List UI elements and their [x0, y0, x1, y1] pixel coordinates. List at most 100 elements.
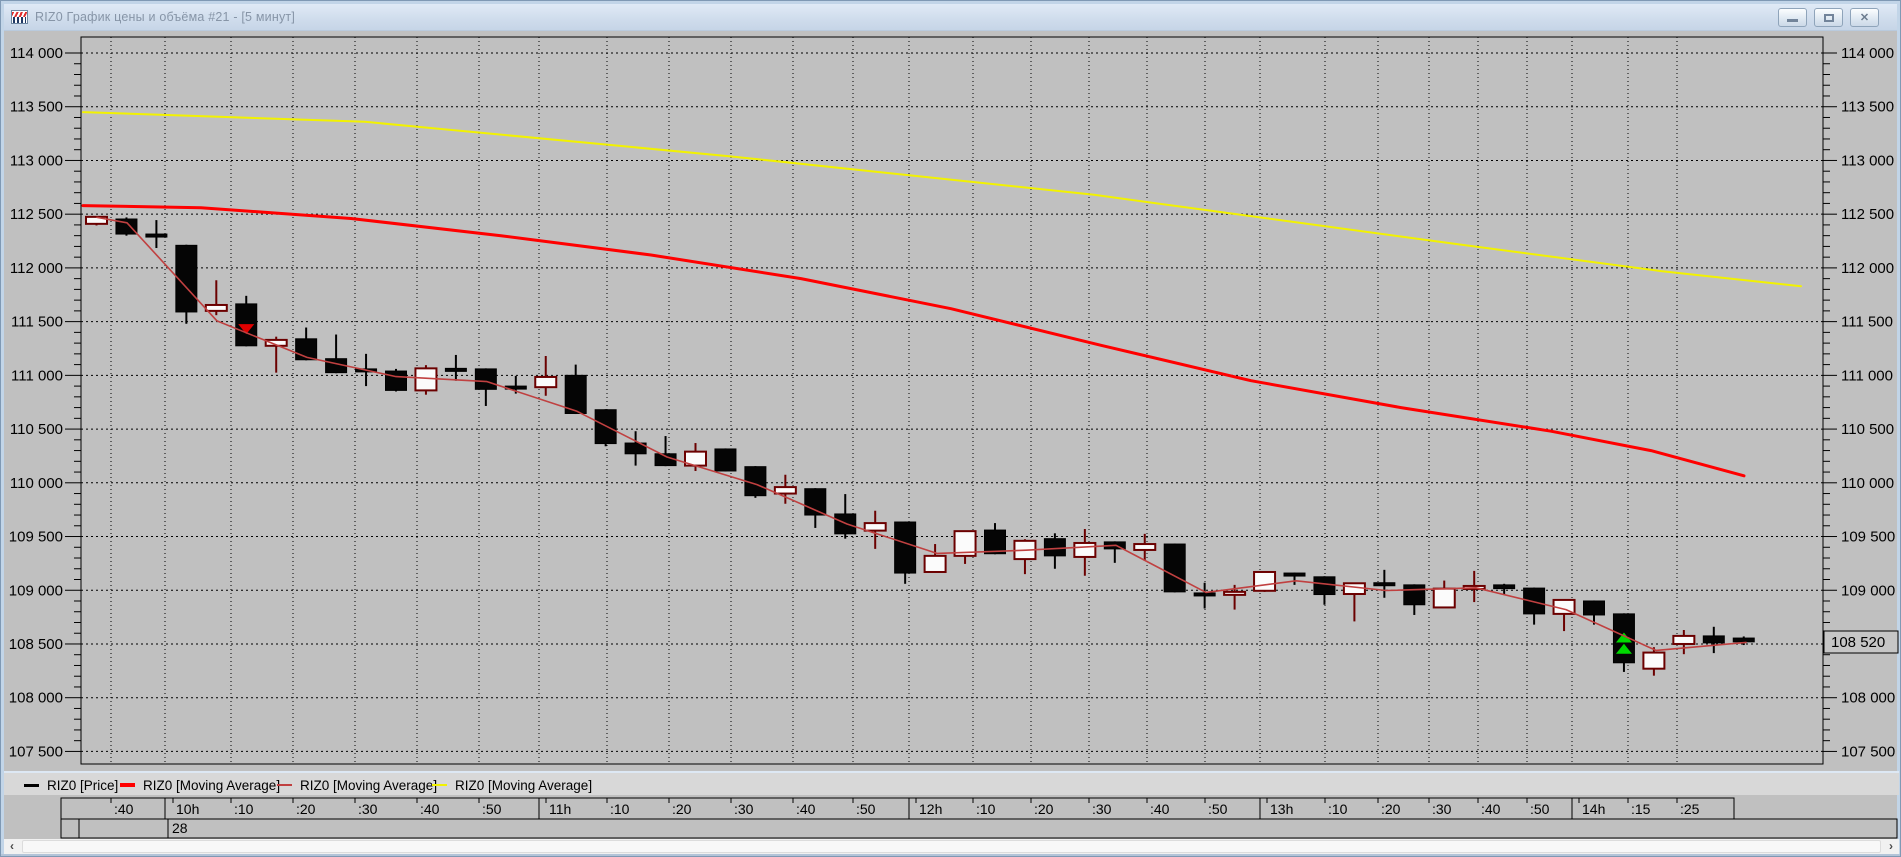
time-label: 10h — [176, 801, 199, 817]
time-label: :40 — [114, 801, 134, 817]
ma-yellow-swatch-icon — [432, 784, 447, 786]
candle-12:00 — [894, 521, 917, 574]
legend-item-price[interactable]: RIZ0 [Price] — [24, 776, 118, 794]
candle-12:45 — [1163, 543, 1186, 593]
candle-12:30 — [1073, 541, 1097, 558]
candle-12:25 — [1043, 538, 1066, 557]
y-axis-label-left: 112 500 — [10, 206, 63, 223]
y-axis-label-right: 107 500 — [1841, 743, 1895, 760]
y-axis-label-right: 111 000 — [1841, 367, 1893, 384]
candle-12:55 — [1223, 590, 1247, 596]
y-axis-label-left: 111 000 — [11, 367, 63, 384]
time-label: :20 — [1034, 801, 1054, 817]
candle-13:10 — [1313, 576, 1336, 596]
chart-window: RIZ0 График цены и объёма #21 - [5 минут… — [0, 0, 1901, 857]
y-axis-label-right: 109 500 — [1841, 529, 1895, 546]
y-axis-label-right: 111 500 — [1841, 314, 1893, 331]
time-label: 11h — [549, 801, 571, 817]
time-label: :25 — [1680, 801, 1700, 817]
candle-11:40 — [773, 486, 797, 495]
candle-14:15 — [1702, 635, 1725, 644]
time-label: :40 — [1481, 801, 1501, 817]
candle-12:50 — [1193, 592, 1216, 597]
time-label: :50 — [482, 801, 502, 817]
time-label: :40 — [420, 801, 440, 817]
candle-09:55 — [145, 233, 168, 238]
time-label: 13h — [1270, 801, 1293, 817]
candle-13:20 — [1373, 582, 1396, 587]
y-axis-label-right: 112 000 — [1841, 260, 1894, 277]
y-axis-label-left: 108 000 — [9, 690, 63, 707]
time-label: :10 — [234, 801, 254, 817]
candle-12:05 — [923, 554, 947, 573]
y-axis-label-left: 111 500 — [11, 314, 63, 331]
time-label: :50 — [856, 801, 876, 817]
candle-10:35 — [385, 370, 407, 391]
y-axis-label-right: 108 000 — [1841, 690, 1895, 707]
y-axis-label-left: 114 000 — [10, 45, 63, 62]
candle-11:00 — [534, 375, 558, 389]
candle-10:50 — [474, 368, 497, 390]
candle-10:45 — [444, 367, 467, 372]
time-label: 14h — [1582, 801, 1605, 817]
y-axis-label-left: 109 000 — [9, 582, 63, 599]
y-axis-label-left: 113 500 — [10, 99, 63, 116]
candle-11:45 — [804, 488, 827, 516]
y-axis-label-left: 109 500 — [9, 529, 63, 546]
legend-item-ma-crimson[interactable]: RIZ0 [Moving Average] — [277, 776, 437, 794]
date-axis-box — [60, 818, 1898, 839]
ma-crimson-swatch-icon — [277, 784, 292, 786]
time-label: :20 — [1381, 801, 1401, 817]
candle-13:45 — [1523, 587, 1546, 615]
time-label: :30 — [734, 801, 754, 817]
candle-13:05 — [1283, 572, 1306, 577]
time-label: :30 — [358, 801, 378, 817]
price-line-swatch-icon — [24, 783, 39, 787]
time-label: :10 — [1328, 801, 1348, 817]
candle-14:20 — [1732, 637, 1755, 643]
scroll-left-icon[interactable]: ‹ — [4, 839, 20, 854]
time-label: :20 — [296, 801, 316, 817]
y-axis-label-right: 109 000 — [1841, 582, 1895, 599]
time-label: :40 — [1150, 801, 1170, 817]
y-axis-label-left: 110 500 — [10, 421, 63, 438]
y-axis-label-left: 113 000 — [10, 152, 63, 169]
y-axis-label-right: 113 500 — [1841, 99, 1894, 116]
time-label: :40 — [796, 801, 816, 817]
time-label: :10 — [976, 801, 996, 817]
candle-11:55 — [863, 522, 887, 532]
ma-red-swatch-icon — [120, 783, 135, 787]
candle-10:05 — [204, 303, 228, 312]
chart-plot-area[interactable] — [80, 36, 1824, 765]
scroll-right-icon[interactable]: › — [1883, 839, 1899, 854]
time-label: 12h — [919, 801, 942, 817]
candle-13:25 — [1403, 584, 1426, 606]
y-axis-label-left: 108 500 — [9, 636, 63, 653]
legend-item-ma-red[interactable]: RIZ0 [Moving Average] — [120, 776, 280, 794]
y-axis-label-right: 113 000 — [1841, 152, 1894, 169]
legend-item-ma-yellow[interactable]: RIZ0 [Moving Average] — [432, 776, 592, 794]
current-price-label: 108 520 — [1831, 634, 1885, 651]
candle-12:15 — [984, 529, 1006, 555]
horizontal-scrollbar[interactable]: ‹ › — [4, 839, 1899, 854]
y-axis-label-right: 110 000 — [1841, 475, 1894, 492]
candle-14:10 — [1672, 634, 1696, 645]
candle-13:30 — [1432, 587, 1456, 609]
time-label: :50 — [1530, 801, 1550, 817]
date-label: 28 — [172, 820, 188, 836]
candle-12:40 — [1133, 543, 1157, 551]
candle-14:05 — [1642, 651, 1666, 670]
candle-13:55 — [1583, 600, 1605, 616]
chart-legend: RIZ0 [Price] RIZ0 [Moving Average] RIZ0 … — [4, 771, 1899, 795]
candle-13:00 — [1253, 570, 1277, 592]
price-chart-canvas[interactable]: 114 000 114 000 113 500 113 500 113 000 113 0… — [1, 1, 1901, 857]
scrollbar-thumb[interactable] — [22, 840, 1881, 853]
y-axis-label-right: 110 500 — [1841, 421, 1894, 438]
time-label: :15 — [1631, 801, 1651, 817]
y-axis-label-right: 112 500 — [1841, 206, 1894, 223]
time-label: :30 — [1092, 801, 1112, 817]
time-label: :50 — [1208, 801, 1228, 817]
time-label: :30 — [1432, 801, 1452, 817]
candle-13:40 — [1493, 584, 1516, 590]
time-label: :10 — [610, 801, 630, 817]
